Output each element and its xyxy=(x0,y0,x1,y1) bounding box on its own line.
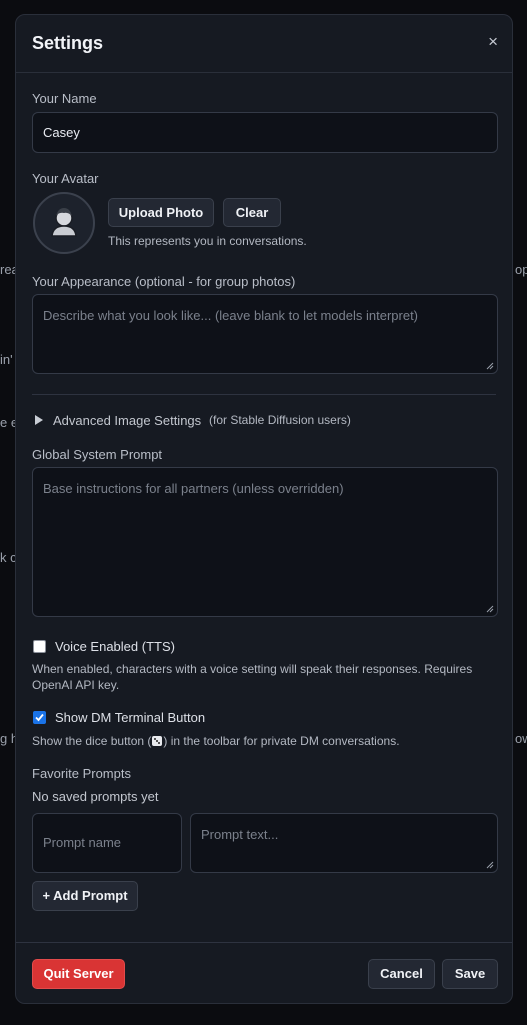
background-text-fragment: op xyxy=(515,262,527,277)
dm-terminal-checkbox[interactable] xyxy=(33,711,46,724)
avatar-label: Your Avatar xyxy=(32,171,99,186)
dice-icon xyxy=(152,736,163,746)
system-prompt-textarea[interactable]: Base instructions for all partners (unle… xyxy=(32,467,498,617)
advanced-image-settings-toggle[interactable]: Advanced Image Settings (for Stable Diff… xyxy=(32,413,362,429)
resize-handle-icon[interactable] xyxy=(486,861,494,869)
resize-handle-icon[interactable] xyxy=(486,605,494,613)
prompt-name-input[interactable]: Prompt name xyxy=(32,813,182,873)
add-prompt-button[interactable]: + Add Prompt xyxy=(32,881,138,911)
prompt-name-placeholder: Prompt name xyxy=(43,835,122,850)
favorite-prompts-label: Favorite Prompts xyxy=(32,766,131,781)
background-text-fragment: ow xyxy=(515,731,527,746)
name-value: Casey xyxy=(43,125,80,140)
save-button[interactable]: Save xyxy=(442,959,498,989)
voice-enabled-label: Voice Enabled (TTS) xyxy=(55,639,175,654)
system-prompt-label: Global System Prompt xyxy=(32,447,163,462)
name-input[interactable]: Casey xyxy=(32,112,498,153)
avatar-hint: This represents you in conversations. xyxy=(108,234,307,248)
checkmark-icon xyxy=(35,713,44,722)
appearance-label: Your Appearance (optional - for group ph… xyxy=(32,274,296,289)
advanced-image-settings-note: (for Stable Diffusion users) xyxy=(209,413,351,427)
modal-title: Settings xyxy=(32,33,104,53)
voice-hint-line1: When enabled, characters with a voice se… xyxy=(32,662,473,676)
settings-modal: Settings × Your Name Casey Your Avatar U… xyxy=(15,14,513,1004)
dm-terminal-label: Show DM Terminal Button xyxy=(55,710,206,725)
appearance-textarea[interactable]: Describe what you look like... (leave bl… xyxy=(32,294,498,374)
name-label: Your Name xyxy=(32,91,97,106)
footer-divider xyxy=(16,942,512,943)
favorite-prompts-empty: No saved prompts yet xyxy=(32,789,159,804)
avatar xyxy=(33,192,95,254)
advanced-image-settings-label: Advanced Image Settings xyxy=(53,413,202,428)
clear-avatar-button[interactable]: Clear xyxy=(223,198,281,227)
person-avatar-icon xyxy=(51,208,77,237)
cancel-button[interactable]: Cancel xyxy=(368,959,435,989)
voice-hint-line2: OpenAI API key. xyxy=(32,678,120,692)
dm-terminal-hint: Show the dice button ( ) in the toolbar f… xyxy=(32,733,400,749)
resize-handle-icon[interactable] xyxy=(486,362,494,370)
triangle-right-icon xyxy=(35,415,43,425)
background-text-fragment: in' xyxy=(0,352,13,367)
appearance-placeholder: Describe what you look like... (leave bl… xyxy=(43,308,419,323)
prompt-text-placeholder: Prompt text... xyxy=(201,827,279,842)
prompt-text-textarea[interactable]: Prompt text... xyxy=(190,813,498,873)
system-prompt-placeholder: Base instructions for all partners (unle… xyxy=(43,481,344,496)
modal-header: Settings × xyxy=(16,15,512,73)
section-divider xyxy=(32,394,496,395)
quit-server-button[interactable]: Quit Server xyxy=(32,959,125,989)
close-icon[interactable]: × xyxy=(488,32,498,52)
upload-photo-button[interactable]: Upload Photo xyxy=(108,198,214,227)
dm-terminal-hint-after: ) in the toolbar for private DM conversa… xyxy=(163,734,400,748)
voice-enabled-checkbox[interactable] xyxy=(33,640,46,653)
dm-terminal-hint-before: Show the dice button ( xyxy=(32,734,152,748)
